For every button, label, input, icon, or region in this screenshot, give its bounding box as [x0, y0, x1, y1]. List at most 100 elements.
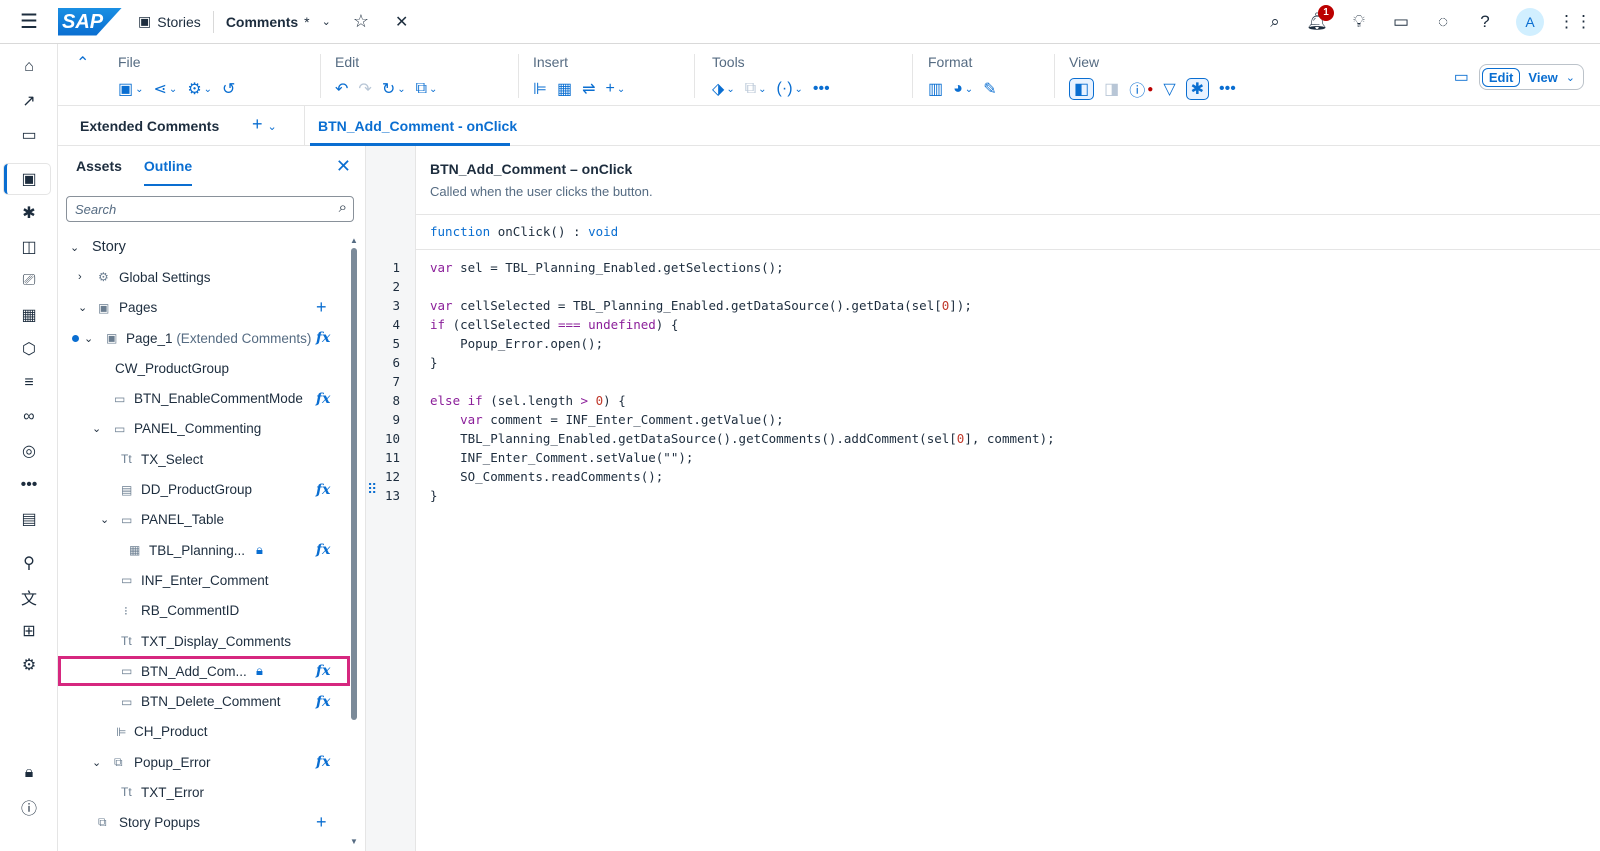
chevron-down-icon[interactable]: ⌄	[92, 422, 101, 435]
tree-item-btn-delete-comment[interactable]: ▭ BTN_Delete_Comment fx	[58, 686, 350, 716]
right-panel-toggle-icon[interactable]: ◨	[1104, 78, 1119, 100]
tree-item-txt-display-comments[interactable]: Tt TXT_Display_Comments	[58, 626, 350, 656]
search-icon[interactable]: ⌕	[339, 199, 347, 216]
tree-item-global-settings[interactable]: › ⚙ Global Settings	[58, 262, 350, 292]
scripting-toggle-icon[interactable]: ✱	[1185, 78, 1210, 100]
binoculars-icon[interactable]: ∞	[18, 406, 40, 428]
add-page-icon[interactable]: +	[316, 297, 327, 318]
feedback-icon[interactable]: ◌	[1432, 11, 1454, 33]
add-icon[interactable]: + ⌄	[605, 78, 625, 100]
presentation-icon[interactable]: ⎚	[18, 270, 40, 292]
compass-icon[interactable]: ◎	[18, 440, 40, 462]
chevron-right-icon[interactable]: ›	[78, 271, 82, 283]
tab-extended-comments[interactable]: Extended Comments	[80, 118, 219, 134]
stories-breadcrumb[interactable]: ▣ Stories	[138, 13, 201, 30]
network-icon[interactable]: ⚲	[18, 552, 40, 574]
more-icon[interactable]: •••	[18, 474, 40, 496]
tree-item-panel-commenting[interactable]: ⌄ ▭ PANEL_Commenting	[58, 414, 350, 444]
tree-item-ch-product[interactable]: ⊫ CH_Product	[58, 717, 350, 747]
tree-item-story-popups[interactable]: ⧉ Story Popups +	[58, 808, 350, 838]
tree-item-txt-error[interactable]: Tt TXT_Error	[58, 777, 350, 807]
script-fx-icon[interactable]: fx	[316, 542, 330, 558]
edit-mode-button[interactable]: Edit	[1481, 67, 1521, 87]
menu-icon[interactable]: ☰	[0, 9, 58, 34]
tab-outline[interactable]: Outline	[143, 158, 193, 186]
variable-icon[interactable]: (·) ⌄	[777, 78, 803, 100]
scroll-thumb[interactable]	[351, 248, 357, 720]
script-fx-icon[interactable]: fx	[316, 663, 330, 679]
home-icon[interactable]: ⌂	[18, 56, 40, 78]
copy-icon[interactable]: ⧉ ⌄	[416, 78, 438, 100]
story-title-menu[interactable]: Comments * ⌄	[226, 14, 331, 30]
help-icon[interactable]: ?	[1474, 11, 1496, 33]
save-icon[interactable]: ▣ ⌄	[118, 78, 144, 100]
tools-add-icon[interactable]: ⬗ ⌄	[712, 78, 735, 100]
chevron-down-icon[interactable]: ⌄	[84, 332, 93, 345]
filter-icon[interactable]: ▽	[1163, 78, 1175, 100]
connections-icon[interactable]: ⊞	[18, 620, 40, 642]
dataset-icon[interactable]: ◫	[18, 236, 40, 258]
trend-icon[interactable]: ↗	[18, 90, 40, 112]
device-preview-icon[interactable]: ▭	[1454, 66, 1469, 88]
add-tab-icon[interactable]: + ⌄	[252, 114, 277, 135]
lightbulb-icon[interactable]: 💡︎	[1348, 11, 1370, 33]
refresh-icon[interactable]: ↻ ⌄	[382, 78, 406, 100]
tree-item-panel-table[interactable]: ⌄ ▭ PANEL_Table	[58, 505, 350, 535]
more-view-icon[interactable]: •••	[1219, 78, 1236, 100]
tab-assets[interactable]: Assets	[76, 158, 122, 186]
lock-icon[interactable]: 🔒︎	[256, 663, 263, 679]
lock-expand-icon[interactable]: 🔒︎	[18, 762, 40, 784]
app-grid-icon[interactable]: ⋮⋮	[1558, 11, 1592, 33]
layout-icon[interactable]: ▥	[928, 78, 943, 100]
scroll-up-icon[interactable]: ▲	[350, 236, 358, 245]
search-icon[interactable]: ⌕	[1264, 11, 1286, 33]
tree-item-btn-enablecommentmode[interactable]: ▭ BTN_EnableCommentMode fx	[58, 383, 350, 413]
undo-icon[interactable]: ↶	[335, 78, 348, 100]
tree-item-btn-add-comment[interactable]: ▭ BTN_Add_Com... 🔒︎ fx	[58, 656, 350, 687]
input-control-icon[interactable]: ⇌	[582, 78, 595, 100]
tab-script-onclick[interactable]: BTN_Add_Comment - onClick	[318, 118, 517, 134]
tree-item-inf-enter-comment[interactable]: ▭ INF_Enter_Comment	[58, 565, 350, 595]
script-fx-icon[interactable]: fx	[316, 754, 330, 770]
chevron-down-icon[interactable]: ⌄	[100, 513, 109, 526]
close-panel-icon[interactable]: ✕	[336, 156, 351, 177]
settings-icon[interactable]: ⚙ ⌄	[187, 78, 212, 100]
view-mode-button[interactable]: View	[1528, 70, 1557, 85]
outline-scrollbar[interactable]: ▲ ▼	[350, 236, 358, 846]
chevron-down-icon[interactable]: ⌄	[70, 241, 79, 254]
tree-item-story[interactable]: ⌄ Story	[58, 232, 350, 262]
mode-selector[interactable]: Edit View ⌄	[1478, 64, 1584, 90]
theme-icon[interactable]: ◕ ⌄	[953, 78, 973, 100]
share-icon[interactable]: ⋖ ⌄	[154, 78, 178, 100]
linked-analysis-icon[interactable]: ⧉ ⌄	[745, 78, 767, 100]
notifications-icon[interactable]: 🔔︎ 1	[1306, 5, 1334, 33]
comments-icon[interactable]: ▭	[1390, 11, 1412, 33]
history-icon[interactable]: ↺	[222, 78, 235, 100]
tree-item-pages[interactable]: ⌄ ▣ Pages +	[58, 293, 350, 323]
close-icon[interactable]: ✕	[395, 12, 408, 32]
script-fx-icon[interactable]: fx	[316, 391, 330, 407]
chart-icon[interactable]: ⊫	[533, 78, 547, 100]
folder-icon[interactable]: ▭	[18, 124, 40, 146]
info-expand-icon[interactable]: ⓘ	[18, 796, 40, 818]
search-input[interactable]: Search ⌕	[66, 196, 354, 222]
tree-item-page-1[interactable]: ⌄ ▣ Page_1 (Extended Comments) fx	[58, 323, 350, 353]
more-tools-icon[interactable]: •••	[813, 78, 830, 100]
cube-icon[interactable]: ⬡	[18, 338, 40, 360]
tree-item-popup-error[interactable]: ⌄ ⧉ Popup_Error fx	[58, 747, 350, 777]
script-fx-icon[interactable]: fx	[316, 694, 330, 710]
settings-expand-icon[interactable]: ⚙	[18, 654, 40, 676]
sap-logo[interactable]: SAP	[58, 7, 122, 36]
puzzle-icon[interactable]: ✱	[18, 202, 40, 224]
list-download-icon[interactable]: ≡	[18, 372, 40, 394]
avatar[interactable]: A	[1516, 8, 1544, 36]
favorite-star-icon[interactable]: ☆	[353, 11, 369, 32]
table-icon[interactable]: ▦	[18, 304, 40, 326]
left-panel-toggle-icon[interactable]: ◧	[1069, 78, 1095, 100]
info-icon[interactable]: ⓘ ●	[1129, 78, 1153, 100]
add-popup-icon[interactable]: +	[316, 812, 327, 833]
stories-icon[interactable]: ▣	[18, 168, 40, 190]
tree-item-cw-productgroup[interactable]: CW_ProductGroup	[58, 353, 350, 383]
collapse-toolbar-icon[interactable]: ⌃	[76, 52, 89, 74]
scroll-down-icon[interactable]: ▼	[350, 837, 358, 846]
